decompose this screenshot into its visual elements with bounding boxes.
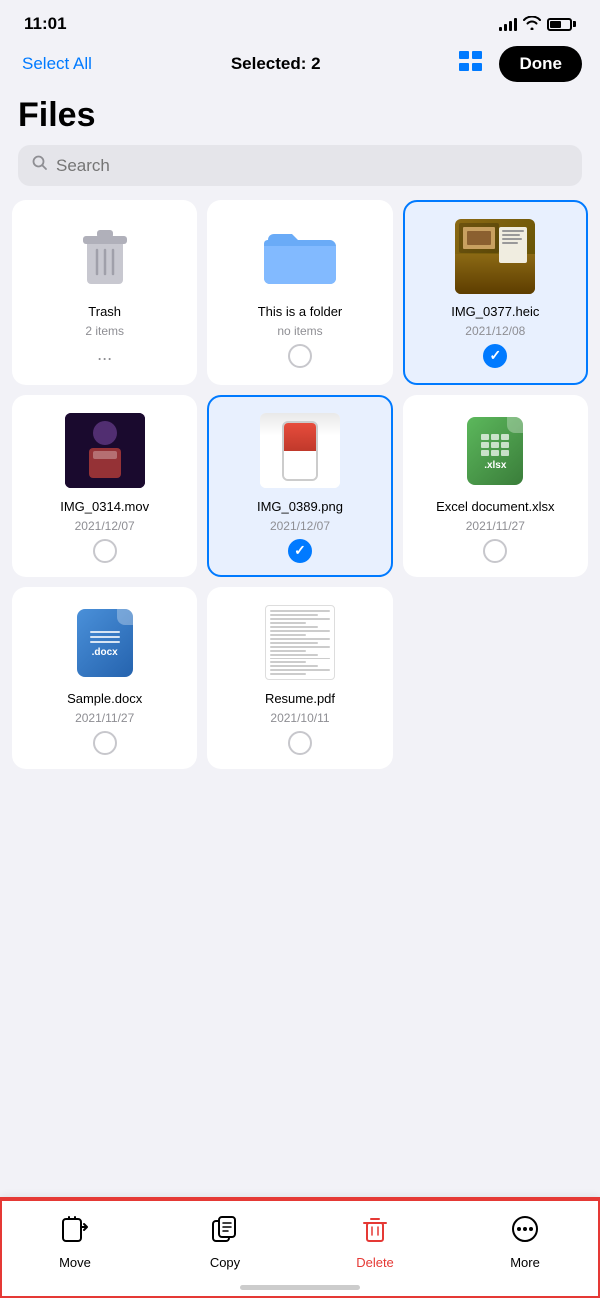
check-mark-img0377: ✓ — [489, 347, 501, 364]
page-title: Files — [0, 92, 600, 145]
file-icon-sample: .docx — [24, 603, 185, 683]
file-icon-img0389 — [219, 411, 380, 491]
search-bar[interactable] — [18, 145, 582, 186]
battery-icon — [547, 18, 576, 31]
delete-icon — [361, 1215, 389, 1250]
selection-circle-folder[interactable] — [288, 344, 312, 368]
check-mark-img0389: ✓ — [294, 542, 306, 559]
view-toggle-button[interactable] — [455, 47, 487, 81]
selection-circle-sample[interactable] — [93, 731, 117, 755]
png-thumbnail — [260, 413, 340, 488]
toolbar-move[interactable]: Move — [0, 1215, 150, 1270]
nav-bar: Select All Selected: 2 Done — [0, 40, 600, 92]
file-name-img0389: IMG_0389.png — [257, 499, 343, 516]
folder-icon — [264, 226, 336, 286]
search-container — [0, 145, 600, 200]
file-icon-resume — [219, 603, 380, 683]
more-label: More — [510, 1255, 540, 1270]
file-name-img0377: IMG_0377.heic — [451, 304, 539, 321]
file-subtitle-folder: no items — [277, 324, 322, 338]
file-name-img0314: IMG_0314.mov — [60, 499, 149, 516]
toolbar-delete[interactable]: Delete — [300, 1215, 450, 1270]
file-extra-trash: ... — [97, 344, 112, 365]
file-item-trash[interactable]: Trash 2 items ... — [12, 200, 197, 385]
file-icon-trash — [24, 216, 185, 296]
docx-icon: .docx — [77, 609, 133, 677]
selection-circle-resume[interactable] — [288, 731, 312, 755]
file-icon-excel: .xlsx — [415, 411, 576, 491]
xlsx-icon: .xlsx — [467, 417, 523, 485]
file-date-excel: 2021/11/27 — [466, 519, 525, 533]
selection-circle-img0377[interactable]: ✓ — [483, 344, 507, 368]
heic-thumbnail — [455, 219, 535, 294]
file-name-trash: Trash — [88, 304, 121, 321]
file-item-img0389[interactable]: IMG_0389.png 2021/12/07 ✓ — [207, 395, 392, 577]
file-item-img0377[interactable]: IMG_0377.heic 2021/12/08 ✓ — [403, 200, 588, 385]
search-icon — [32, 155, 48, 176]
file-item-excel[interactable]: .xlsx Excel document.xlsx 2021/11/27 — [403, 395, 588, 577]
pdf-thumbnail — [265, 605, 335, 680]
file-name-excel: Excel document.xlsx — [436, 499, 555, 516]
file-item-folder[interactable]: This is a folder no items — [207, 200, 392, 385]
move-icon — [61, 1215, 89, 1250]
toolbar-more[interactable]: More — [450, 1215, 600, 1270]
move-label: Move — [59, 1255, 91, 1270]
file-name-folder: This is a folder — [258, 304, 343, 321]
wifi-icon — [523, 16, 541, 33]
file-item-sample[interactable]: .docx Sample.docx 2021/11/27 — [12, 587, 197, 769]
status-bar: 11:01 — [0, 0, 600, 40]
home-indicator — [240, 1285, 360, 1290]
delete-label: Delete — [356, 1255, 394, 1270]
file-name-resume: Resume.pdf — [265, 691, 335, 708]
trash-icon — [77, 222, 133, 290]
file-icon-img0377 — [415, 216, 576, 296]
file-name-sample: Sample.docx — [67, 691, 142, 708]
selection-circle-img0389[interactable]: ✓ — [288, 539, 312, 563]
more-icon — [511, 1215, 539, 1250]
select-all-button[interactable]: Select All — [18, 50, 96, 78]
file-date-img0314: 2021/12/07 — [75, 519, 135, 533]
file-icon-img0314 — [24, 411, 185, 491]
file-icon-folder — [219, 216, 380, 296]
grid-list-icon — [459, 51, 483, 71]
status-time: 11:01 — [24, 14, 67, 34]
bottom-toolbar: Move Copy Delete — [0, 1198, 600, 1298]
file-grid: Trash 2 items ... This is a folder no it… — [0, 200, 600, 769]
file-date-img0377: 2021/12/08 — [465, 324, 525, 338]
toolbar-copy[interactable]: Copy — [150, 1215, 300, 1270]
file-item-resume[interactable]: Resume.pdf 2021/10/11 — [207, 587, 392, 769]
copy-icon — [211, 1215, 239, 1250]
file-subtitle-trash: 2 items — [85, 324, 124, 338]
search-input[interactable] — [56, 156, 568, 176]
mov-thumbnail — [65, 413, 145, 488]
copy-label: Copy — [210, 1255, 240, 1270]
selection-circle-img0314[interactable] — [93, 539, 117, 563]
file-item-img0314[interactable]: IMG_0314.mov 2021/12/07 — [12, 395, 197, 577]
file-date-sample: 2021/11/27 — [75, 711, 134, 725]
nav-right: Done — [455, 46, 582, 82]
signal-icon — [499, 17, 517, 31]
phone-mockup — [282, 421, 318, 481]
status-icons — [499, 16, 576, 33]
selection-circle-excel[interactable] — [483, 539, 507, 563]
selected-count: Selected: 2 — [231, 54, 321, 74]
done-button[interactable]: Done — [499, 46, 582, 82]
file-date-resume: 2021/10/11 — [270, 711, 329, 725]
file-date-img0389: 2021/12/07 — [270, 519, 330, 533]
